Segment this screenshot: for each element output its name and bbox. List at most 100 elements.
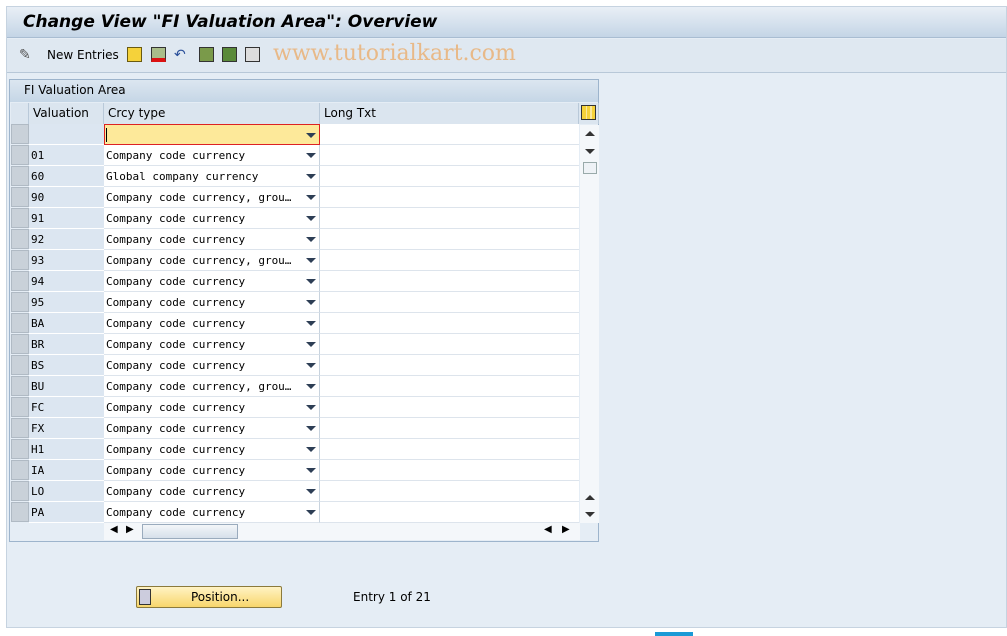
valuation-cell[interactable]: IA [29,460,104,481]
chevron-down-icon[interactable] [306,279,316,284]
copy-icon[interactable] [127,47,142,62]
scroll-left-icon[interactable]: ◀ [544,524,552,535]
long-txt-cell[interactable] [320,187,579,208]
row-selector[interactable] [11,355,29,375]
chevron-down-icon[interactable] [306,133,316,138]
crcy-type-dropdown[interactable]: Company code currency [104,502,320,523]
row-selector[interactable] [11,271,29,291]
row-selector[interactable] [11,166,29,186]
long-txt-cell[interactable] [320,124,579,145]
column-header-crcy-type[interactable]: Crcy type [104,103,320,124]
crcy-type-dropdown[interactable]: Global company currency [104,166,320,187]
valuation-cell[interactable]: FC [29,397,104,418]
valuation-cell[interactable]: 91 [29,208,104,229]
valuation-cell[interactable]: 94 [29,271,104,292]
row-selector[interactable] [11,208,29,228]
position-button[interactable]: Position... [136,586,282,608]
valuation-cell[interactable]: LO [29,481,104,502]
crcy-type-dropdown[interactable]: Company code currency [104,313,320,334]
crcy-type-dropdown[interactable]: Company code currency, grou… [104,187,320,208]
long-txt-cell[interactable] [320,418,579,439]
select-all-rows[interactable] [11,103,29,124]
chevron-down-icon[interactable] [306,153,316,158]
valuation-cell[interactable]: BU [29,376,104,397]
row-selector[interactable] [11,334,29,354]
long-txt-cell[interactable] [320,250,579,271]
scroll-thumb[interactable] [583,162,597,174]
crcy-type-dropdown[interactable]: Company code currency [104,460,320,481]
crcy-type-dropdown[interactable]: Company code currency [104,481,320,502]
chevron-down-icon[interactable] [306,489,316,494]
crcy-type-dropdown[interactable]: Company code currency [104,334,320,355]
row-selector[interactable] [11,292,29,312]
crcy-type-dropdown[interactable]: Company code currency [104,145,320,166]
row-selector[interactable] [11,481,29,501]
long-txt-cell[interactable] [320,460,579,481]
long-txt-cell[interactable] [320,229,579,250]
chevron-down-icon[interactable] [306,405,316,410]
chevron-down-icon[interactable] [306,321,316,326]
chevron-down-icon[interactable] [306,195,316,200]
delete-icon[interactable] [151,47,166,62]
valuation-cell[interactable]: 01 [29,145,104,166]
crcy-type-dropdown[interactable] [104,124,320,145]
row-selector[interactable] [11,187,29,207]
vertical-scrollbar[interactable] [580,125,599,523]
valuation-cell[interactable] [29,124,104,145]
scroll-down-icon[interactable] [585,149,595,154]
crcy-type-dropdown[interactable]: Company code currency [104,397,320,418]
long-txt-cell[interactable] [320,439,579,460]
row-selector[interactable] [11,439,29,459]
horizontal-scrollbar[interactable]: ◀ ▶ ◀ ▶ [104,523,580,540]
long-txt-cell[interactable] [320,481,579,502]
valuation-cell[interactable]: BR [29,334,104,355]
crcy-type-dropdown[interactable]: Company code currency [104,355,320,376]
crcy-type-dropdown[interactable]: Company code currency [104,439,320,460]
crcy-type-dropdown[interactable]: Company code currency [104,208,320,229]
crcy-type-dropdown[interactable]: Company code currency [104,271,320,292]
row-selector[interactable] [11,502,29,522]
column-header-valuation[interactable]: Valuation [29,103,104,124]
valuation-cell[interactable]: 93 [29,250,104,271]
chevron-down-icon[interactable] [306,237,316,242]
chevron-down-icon[interactable] [306,510,316,515]
chevron-down-icon[interactable] [306,384,316,389]
scroll-up-icon[interactable] [585,131,595,136]
chevron-down-icon[interactable] [306,174,316,179]
long-txt-cell[interactable] [320,145,579,166]
scroll-up-icon[interactable] [585,495,595,500]
row-selector[interactable] [11,460,29,480]
row-selector[interactable] [11,145,29,165]
scroll-right-icon[interactable]: ▶ [126,524,134,535]
chevron-down-icon[interactable] [306,216,316,221]
valuation-cell[interactable]: BS [29,355,104,376]
valuation-cell[interactable]: PA [29,502,104,523]
chevron-down-icon[interactable] [306,468,316,473]
edit-glasses-icon[interactable]: ✎ [19,47,34,63]
row-selector[interactable] [11,229,29,249]
valuation-cell[interactable]: H1 [29,439,104,460]
chevron-down-icon[interactable] [306,447,316,452]
long-txt-cell[interactable] [320,334,579,355]
column-settings-icon[interactable] [579,103,599,124]
long-txt-cell[interactable] [320,376,579,397]
select-all-icon[interactable] [199,47,214,62]
long-txt-cell[interactable] [320,292,579,313]
crcy-type-dropdown[interactable]: Company code currency [104,292,320,313]
row-selector[interactable] [11,250,29,270]
row-selector[interactable] [11,397,29,417]
row-selector[interactable] [11,313,29,333]
row-selector[interactable] [11,124,29,144]
crcy-type-dropdown[interactable]: Company code currency [104,418,320,439]
long-txt-cell[interactable] [320,397,579,418]
undo-icon[interactable]: ↶ [174,47,189,63]
crcy-type-dropdown[interactable]: Company code currency [104,229,320,250]
valuation-cell[interactable]: BA [29,313,104,334]
row-selector[interactable] [11,376,29,396]
chevron-down-icon[interactable] [306,363,316,368]
long-txt-cell[interactable] [320,313,579,334]
deselect-all-icon[interactable] [245,47,260,62]
scroll-thumb[interactable] [142,524,238,539]
scroll-down-icon[interactable] [585,512,595,517]
long-txt-cell[interactable] [320,208,579,229]
